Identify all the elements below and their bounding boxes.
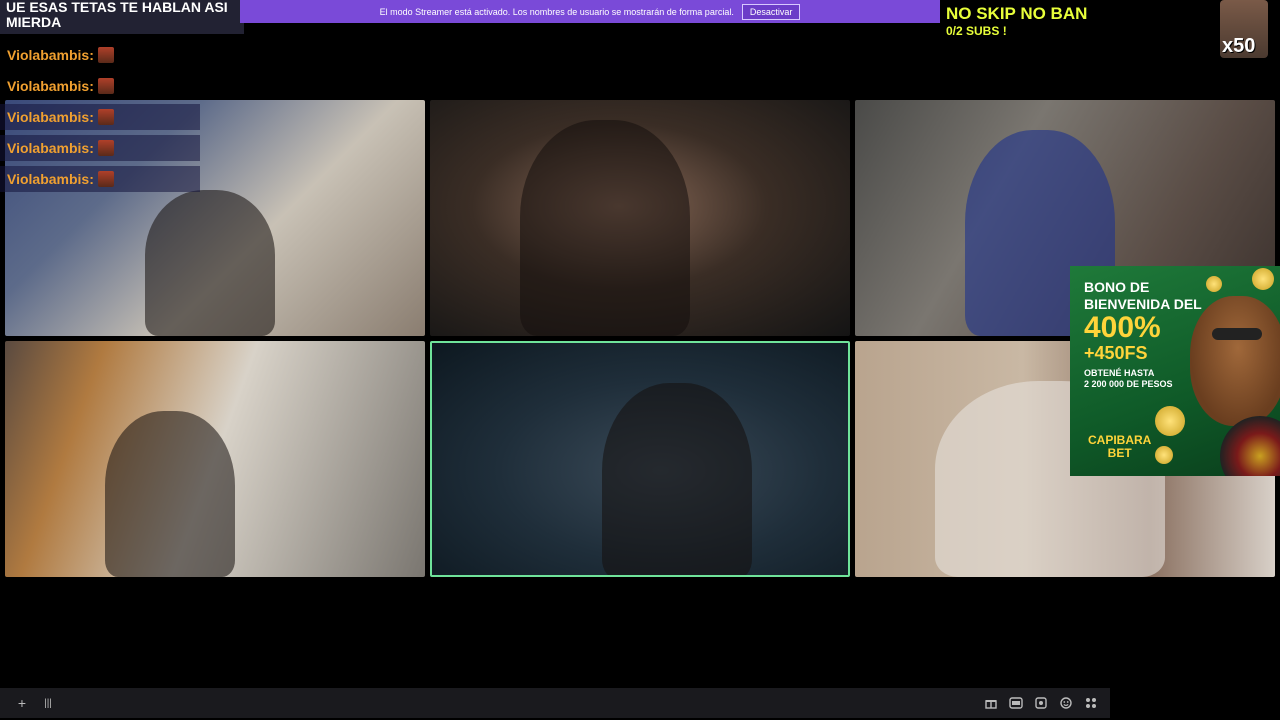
participant-figure: [105, 411, 235, 577]
chat-username: Violabambis:: [7, 78, 94, 94]
gif-icon[interactable]: [1005, 692, 1027, 714]
emote-icon: [97, 140, 114, 156]
capybara-mascot: [1190, 296, 1280, 426]
casino-ad: BONO DE BIENVENIDA DEL 400% +450FS OBTEN…: [1070, 266, 1280, 476]
gift-icon[interactable]: [980, 692, 1002, 714]
participant-figure: [145, 190, 275, 336]
bars-icon[interactable]: |||: [37, 692, 59, 714]
chat-username: Violabambis:: [7, 171, 94, 187]
multiplier-label: x50: [1222, 35, 1256, 57]
ad-line-1: BONO DE: [1084, 279, 1150, 295]
add-icon[interactable]: +: [11, 692, 33, 714]
goal-progress: 0/2 SUBS !: [946, 24, 1007, 38]
emote-icon: [97, 171, 114, 187]
multiplier-avatar: x50: [1220, 0, 1268, 58]
bottom-toolbar: + |||: [0, 688, 1110, 718]
streamer-mode-banner: El modo Streamer está activado. Los nomb…: [240, 0, 940, 23]
apps-icon[interactable]: [1080, 692, 1102, 714]
deactivate-button[interactable]: Desactivar: [741, 3, 801, 20]
coin-icon: [1206, 276, 1222, 292]
coin-icon: [1155, 446, 1173, 464]
chat-line: Violabambis:: [7, 169, 114, 189]
ad-brand: CAPIBARA BET: [1088, 434, 1151, 460]
chat-line: Violabambis:: [7, 138, 114, 158]
bottom-right-icons: [980, 692, 1102, 714]
streamer-mode-text: El modo Streamer está activado. Los nomb…: [379, 6, 734, 17]
chat-line: Violabambis:: [7, 107, 114, 127]
sunglasses-icon: [1212, 328, 1262, 340]
coin-icon: [1252, 268, 1274, 290]
chat-top-text: UE ESAS TETAS TE HABLAN ASI MIERDA: [6, 0, 228, 30]
emote-icon: [97, 47, 114, 63]
chat-line: Violabambis:: [7, 45, 114, 65]
emote-icon: [97, 109, 114, 125]
chat-line: Violabambis:: [7, 76, 114, 96]
sticker-icon[interactable]: [1030, 692, 1052, 714]
video-tile-4[interactable]: [5, 341, 425, 577]
sub-goal-overlay: NO SKIP NO BAN 0/2 SUBS !: [946, 4, 1087, 38]
ad-brand-2: BET: [1107, 446, 1132, 460]
video-tile-5-active[interactable]: [430, 341, 850, 577]
chat-username: Violabambis:: [7, 109, 94, 125]
coin-icon: [1155, 406, 1185, 436]
video-tile-2[interactable]: [430, 100, 850, 336]
participant-figure: [602, 383, 752, 575]
goal-title: NO SKIP NO BAN: [946, 4, 1088, 23]
chat-username: Violabambis:: [7, 47, 94, 63]
emote-icon: [97, 78, 114, 94]
emoji-icon[interactable]: [1055, 692, 1077, 714]
chat-username: Violabambis:: [7, 140, 94, 156]
chat-top-message: UE ESAS TETAS TE HABLAN ASI MIERDA: [0, 0, 244, 34]
participant-figure: [520, 120, 690, 336]
